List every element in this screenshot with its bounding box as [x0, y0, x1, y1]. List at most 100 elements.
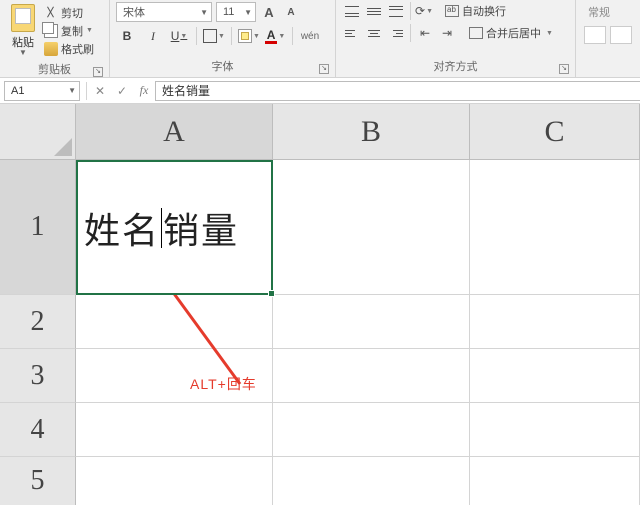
formula-value: 姓名销量	[162, 82, 210, 99]
group-clipboard-label: 剪贴板 ↘	[6, 59, 103, 80]
copy-icon	[44, 24, 58, 38]
formula-bar: A1 ▼ ✕ ✓ fx 姓名销量	[0, 78, 640, 104]
formula-input[interactable]: 姓名销量	[155, 81, 640, 101]
group-number: 常规	[576, 0, 640, 77]
currency-button[interactable]	[584, 26, 606, 44]
wrap-text-button[interactable]: 自动换行	[443, 2, 508, 20]
cell-C5[interactable]	[470, 457, 640, 505]
cancel-button[interactable]: ✕	[89, 81, 111, 101]
separator	[292, 27, 293, 45]
column-headers: A B C	[76, 104, 640, 160]
cell-A2[interactable]	[76, 295, 273, 349]
group-font: 宋体 ▼ 11 ▼ A A B I U▼ ▼ ▼ A▼ wé	[110, 0, 336, 77]
chevron-down-icon: ▼	[200, 8, 208, 17]
chevron-down-icon: ▼	[546, 30, 553, 37]
cell-B3[interactable]	[273, 349, 470, 403]
cell-B5[interactable]	[273, 457, 470, 505]
cell-B4[interactable]	[273, 403, 470, 457]
separator	[410, 24, 411, 42]
group-clipboard: 粘贴 ▼ 剪切 复制 ▼ 格式刷 剪贴板 ↘	[0, 0, 110, 77]
clipboard-launcher[interactable]: ↘	[93, 67, 103, 77]
font-color-icon: A	[265, 29, 278, 44]
number-format-combo[interactable]: 常规	[584, 2, 634, 22]
merge-label: 合并后居中	[486, 25, 541, 41]
worksheet: A B C 1 2 3 4 5	[0, 104, 640, 505]
number-format-value: 常规	[588, 4, 610, 20]
cut-button[interactable]: 剪切	[44, 5, 94, 21]
underline-button[interactable]: U▼	[168, 26, 190, 46]
wrap-icon	[445, 5, 459, 17]
active-cell[interactable]: 姓名销量	[76, 160, 273, 295]
shrink-font-button[interactable]: A	[282, 3, 300, 21]
fill-handle[interactable]	[268, 290, 275, 297]
font-launcher[interactable]: ↘	[319, 64, 329, 74]
cell-C3[interactable]	[470, 349, 640, 403]
chevron-down-icon: ▼	[244, 8, 252, 17]
annotation-text: ALT+回车	[190, 374, 257, 394]
separator	[231, 27, 232, 45]
align-bottom-button[interactable]	[386, 2, 406, 20]
cut-label: 剪切	[61, 5, 83, 21]
row-header-4[interactable]: 4	[0, 403, 76, 457]
font-name-combo[interactable]: 宋体 ▼	[116, 2, 212, 22]
align-right-button[interactable]	[386, 24, 406, 42]
font-size-value: 11	[223, 6, 234, 18]
cell-C4[interactable]	[470, 403, 640, 457]
italic-button[interactable]: I	[142, 26, 164, 46]
align-top-button[interactable]	[342, 2, 362, 20]
copy-label: 复制	[61, 23, 83, 39]
cell-A4[interactable]	[76, 403, 273, 457]
row-header-1[interactable]: 1	[0, 160, 76, 295]
wrap-label: 自动换行	[462, 3, 506, 19]
name-box[interactable]: A1 ▼	[4, 81, 80, 101]
orientation-button[interactable]: ⟳▼	[415, 4, 433, 18]
align-center-button[interactable]	[364, 24, 384, 42]
font-color-button[interactable]: A▼	[264, 26, 286, 46]
chevron-down-icon: ▼	[68, 86, 76, 95]
separator	[86, 82, 87, 100]
copy-dropdown-icon[interactable]: ▼	[86, 27, 93, 34]
border-icon	[203, 29, 217, 43]
cell-editing-text: 姓名销量	[78, 162, 271, 293]
select-all-corner[interactable]	[0, 104, 76, 160]
row-header-3[interactable]: 3	[0, 349, 76, 403]
align-middle-button[interactable]	[364, 2, 384, 20]
phonetic-button[interactable]: wén	[299, 26, 321, 46]
decrease-indent-button[interactable]: ⇤	[415, 24, 435, 42]
bold-button[interactable]: B	[116, 26, 138, 46]
group-font-label: 字体 ↘	[116, 56, 329, 77]
copy-button[interactable]: 复制 ▼	[44, 23, 94, 39]
cell-B2[interactable]	[273, 295, 470, 349]
grow-font-button[interactable]: A	[260, 3, 278, 21]
cell-C1[interactable]	[470, 160, 640, 295]
enter-button[interactable]: ✓	[111, 81, 133, 101]
percent-button[interactable]	[610, 26, 632, 44]
separator	[410, 2, 411, 20]
paste-icon	[11, 4, 35, 32]
col-header-B[interactable]: B	[273, 104, 470, 160]
align-left-button[interactable]	[342, 24, 362, 42]
fill-color-button[interactable]: ▼	[238, 26, 260, 46]
merge-icon	[469, 27, 483, 39]
ribbon: 粘贴 ▼ 剪切 复制 ▼ 格式刷 剪贴板 ↘	[0, 0, 640, 78]
separator	[196, 27, 197, 45]
format-painter-button[interactable]: 格式刷	[44, 41, 94, 57]
fx-button[interactable]: fx	[133, 81, 155, 101]
paste-button[interactable]: 粘贴 ▼	[6, 2, 40, 59]
row-header-2[interactable]: 2	[0, 295, 76, 349]
increase-indent-button[interactable]: ⇥	[437, 24, 457, 42]
cell-C2[interactable]	[470, 295, 640, 349]
format-painter-label: 格式刷	[61, 41, 94, 57]
merge-center-button[interactable]: 合并后居中 ▼	[467, 24, 555, 42]
cell-B1[interactable]	[273, 160, 470, 295]
row-header-5[interactable]: 5	[0, 457, 76, 505]
font-size-combo[interactable]: 11 ▼	[216, 2, 256, 22]
borders-button[interactable]: ▼	[203, 26, 225, 46]
col-header-A[interactable]: A	[76, 104, 273, 160]
text-caret	[161, 208, 162, 248]
paste-dropdown-icon[interactable]: ▼	[19, 48, 27, 57]
col-header-C[interactable]: C	[470, 104, 640, 160]
cell-A5[interactable]	[76, 457, 273, 505]
alignment-launcher[interactable]: ↘	[559, 64, 569, 74]
format-painter-icon	[44, 42, 58, 56]
